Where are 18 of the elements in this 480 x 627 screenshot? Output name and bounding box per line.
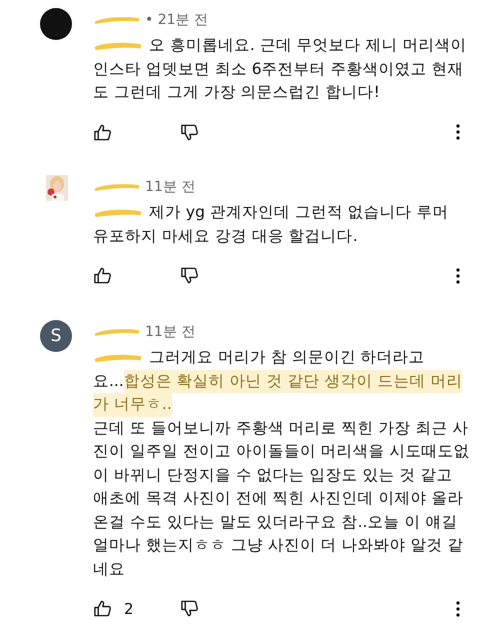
dislike-button[interactable] (180, 266, 199, 285)
thumbs-up-icon (93, 266, 112, 285)
timestamp: 11분 전 (145, 178, 196, 196)
comment-text: 그러게요 머리가 참 의문이긴 하더라고 요...합성은 확실히 아닌 것 같단 생각이 드는데 머리 가 너무ㅎ.. 근데 또 들어보니까 주황색 머리로 찍힌 가장 최근 사 진이 일주일 전이고 아이돌들이 머리색을 시도때도없 이 바뀌니 단정지을 수 없다는 입장도 있는 것 같고 애초에 목격 사진이 전에 찍힌 사진인데 이제야 올라 온걸 수도 있다는 말도 있더라구요 참..오늘 이 얘길 얼마나 했는지ㅎㅎ 그냥 사진이 더 나와봐야 알것 같 네요 (93, 347, 471, 580)
dislike-button[interactable] (180, 122, 199, 142)
avatar[interactable] (40, 8, 72, 40)
avatar[interactable]: S (40, 320, 72, 352)
comment-text: 제가 yg 관계자인데 그런적 없습니다 루머 유포하지 마세요 강경 대응 할겁니다. (93, 202, 450, 246)
thumbs-up-icon (93, 599, 112, 618)
thumbs-up-icon (93, 122, 112, 142)
comment-text: 오 흥미롭네요. 근데 무엇보다 제니 머리색이 인스타 업뎃보면 최소 6주전부터 주황색이였고 현재 도 그런데 그게 가장 의문스럽긴 합니다! (93, 35, 468, 103)
timestamp: 11분 전 (145, 323, 196, 341)
timestamp: • 21분 전 (145, 11, 208, 29)
more-icon[interactable] (456, 268, 460, 284)
more-icon[interactable] (456, 124, 460, 140)
like-button[interactable]: 2 (93, 599, 180, 618)
dislike-button[interactable] (180, 599, 199, 618)
more-icon[interactable] (456, 600, 460, 616)
